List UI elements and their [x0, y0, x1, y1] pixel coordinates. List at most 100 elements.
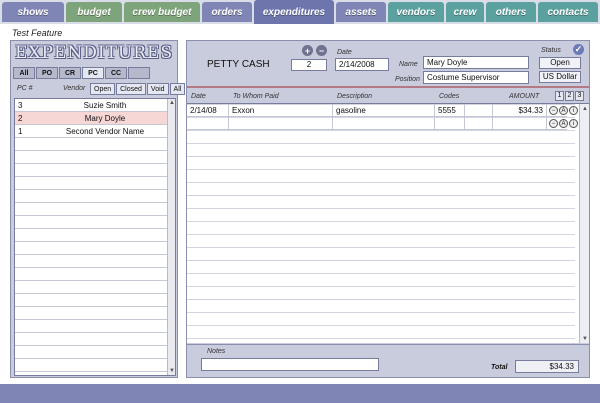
total-field: $34.33	[515, 360, 579, 373]
type-filter-all[interactable]: All	[13, 67, 35, 79]
type-filter-cc[interactable]: CC	[105, 67, 127, 79]
name-field[interactable]: Mary Doyle	[423, 56, 529, 69]
cell-amount[interactable]	[493, 117, 547, 130]
page-button-2[interactable]: 2	[565, 91, 574, 101]
total-label: Total	[491, 364, 508, 371]
list-item-pc: 1	[18, 126, 23, 136]
detail-footer: Notes Total $34.33	[187, 344, 589, 377]
status-filter-all[interactable]: All	[169, 83, 186, 95]
status-filter-void[interactable]: Void	[146, 83, 169, 95]
line-items-grid: 2/14/08 Exxon gasoline 5555 $34.33 − A i…	[187, 103, 589, 343]
page-subtitle: Test Feature	[12, 28, 63, 38]
page-button-3[interactable]: 3	[575, 91, 584, 101]
list-item-empty	[15, 333, 175, 346]
info-icon[interactable]: i	[569, 106, 578, 115]
type-filter-po[interactable]: PO	[36, 67, 58, 79]
type-filter-blank[interactable]	[128, 67, 150, 79]
status-toggle-icon[interactable]: ✓	[573, 44, 584, 55]
expenditure-list-panel: EXPENDITURES All PO CR PC CC PC # Vendor…	[10, 40, 186, 378]
minus-icon[interactable]: −	[549, 106, 558, 115]
remove-icon[interactable]: −	[316, 45, 327, 56]
cell-code-2[interactable]	[465, 117, 493, 130]
cell-paid[interactable]: Exxon	[229, 104, 333, 117]
tab-crew[interactable]: crew	[446, 2, 484, 22]
col-to-whom-paid: To Whom Paid	[233, 93, 279, 100]
expenditure-type-label: PETTY CASH	[207, 59, 270, 70]
col-pc-number: PC #	[17, 85, 33, 92]
type-filter-pc[interactable]: PC	[82, 67, 104, 79]
list-item-empty	[15, 151, 175, 164]
tab-assets[interactable]: assets	[336, 2, 386, 22]
list-item-empty	[15, 320, 175, 333]
cell-code-2[interactable]	[465, 104, 493, 117]
scroll-down-arrow-icon[interactable]: ▼	[168, 367, 175, 375]
table-row[interactable]: 2/14/08 Exxon gasoline 5555 $34.33	[187, 104, 567, 117]
list-item-empty	[15, 255, 175, 268]
position-field[interactable]: Costume Supervisor	[423, 71, 529, 84]
list-item[interactable]: 1 Second Vendor Name	[15, 125, 175, 138]
table-row[interactable]	[187, 117, 567, 130]
scroll-up-arrow-icon[interactable]: ▲	[581, 105, 589, 113]
status-field[interactable]: Open	[539, 57, 581, 69]
tab-budget[interactable]: budget	[66, 2, 122, 22]
cell-amount[interactable]: $34.33	[493, 104, 547, 117]
list-item-empty	[15, 138, 175, 151]
list-item-empty	[15, 216, 175, 229]
cell-code[interactable]	[435, 117, 465, 130]
grid-scrollbar[interactable]: ▲ ▼	[579, 104, 589, 343]
list-item-empty	[15, 281, 175, 294]
add-icon[interactable]: +	[302, 45, 313, 56]
cell-paid[interactable]	[229, 117, 333, 130]
tab-vendors[interactable]: vendors	[388, 2, 444, 22]
list-item-pc: 2	[18, 113, 23, 123]
cell-date[interactable]	[187, 117, 229, 130]
col-description: Description	[337, 93, 373, 100]
col-amount: AMOUNT	[509, 93, 540, 100]
tab-others[interactable]: others	[486, 2, 536, 22]
row-actions: − A i	[549, 119, 579, 128]
list-scrollbar[interactable]: ▲ ▼	[167, 99, 175, 375]
list-item-empty	[15, 294, 175, 307]
status-filter-open[interactable]: Open	[90, 83, 116, 95]
tab-expenditures[interactable]: expenditures	[254, 0, 334, 24]
account-icon[interactable]: A	[559, 119, 568, 128]
list-item[interactable]: 3 Suzie Smith	[15, 99, 175, 112]
list-item-empty	[15, 164, 175, 177]
row-actions: − A i	[549, 106, 579, 115]
cell-description[interactable]: gasoline	[333, 104, 435, 117]
scroll-down-arrow-icon[interactable]: ▼	[581, 335, 589, 343]
type-filter-buttons: All PO CR PC CC	[13, 67, 151, 79]
cell-date[interactable]: 2/14/08	[187, 104, 229, 117]
status-filter-buttons: Open Closed Void All	[90, 83, 186, 95]
cell-description[interactable]	[333, 117, 435, 130]
tab-contacts[interactable]: contacts	[538, 2, 598, 22]
list-item-empty	[15, 346, 175, 359]
list-item-empty	[15, 307, 175, 320]
type-filter-cr[interactable]: CR	[59, 67, 81, 79]
list-item-empty	[15, 229, 175, 242]
list-item[interactable]: 2 Mary Doyle	[15, 112, 175, 125]
position-label: Position	[395, 76, 420, 83]
detail-header: PETTY CASH + − 2 Date 2/14/2008 Name Mar…	[187, 41, 589, 88]
currency-field[interactable]: US Dollar	[539, 71, 581, 83]
tab-crew-budget[interactable]: crew budget	[124, 2, 200, 22]
tab-shows[interactable]: shows	[2, 2, 64, 22]
tab-orders[interactable]: orders	[202, 2, 252, 22]
list-item-empty	[15, 177, 175, 190]
status-filter-closed[interactable]: Closed	[116, 83, 146, 95]
list-item-empty	[15, 190, 175, 203]
page-button-1[interactable]: 1	[555, 91, 564, 101]
minus-icon[interactable]: −	[549, 119, 558, 128]
notes-field[interactable]	[201, 358, 379, 371]
info-icon[interactable]: i	[569, 119, 578, 128]
col-vendor: Vendor	[63, 85, 86, 92]
name-label: Name	[399, 61, 418, 68]
expenditure-number-field[interactable]: 2	[291, 59, 327, 71]
cell-code[interactable]: 5555	[435, 104, 465, 117]
date-field[interactable]: 2/14/2008	[335, 58, 389, 71]
account-icon[interactable]: A	[559, 106, 568, 115]
grid-lines	[187, 104, 575, 343]
list-item-vendor: Mary Doyle	[84, 113, 126, 123]
expenditure-list[interactable]: 3 Suzie Smith 2 Mary Doyle 1 Second Vend…	[14, 98, 176, 376]
scroll-up-arrow-icon[interactable]: ▲	[168, 99, 175, 107]
